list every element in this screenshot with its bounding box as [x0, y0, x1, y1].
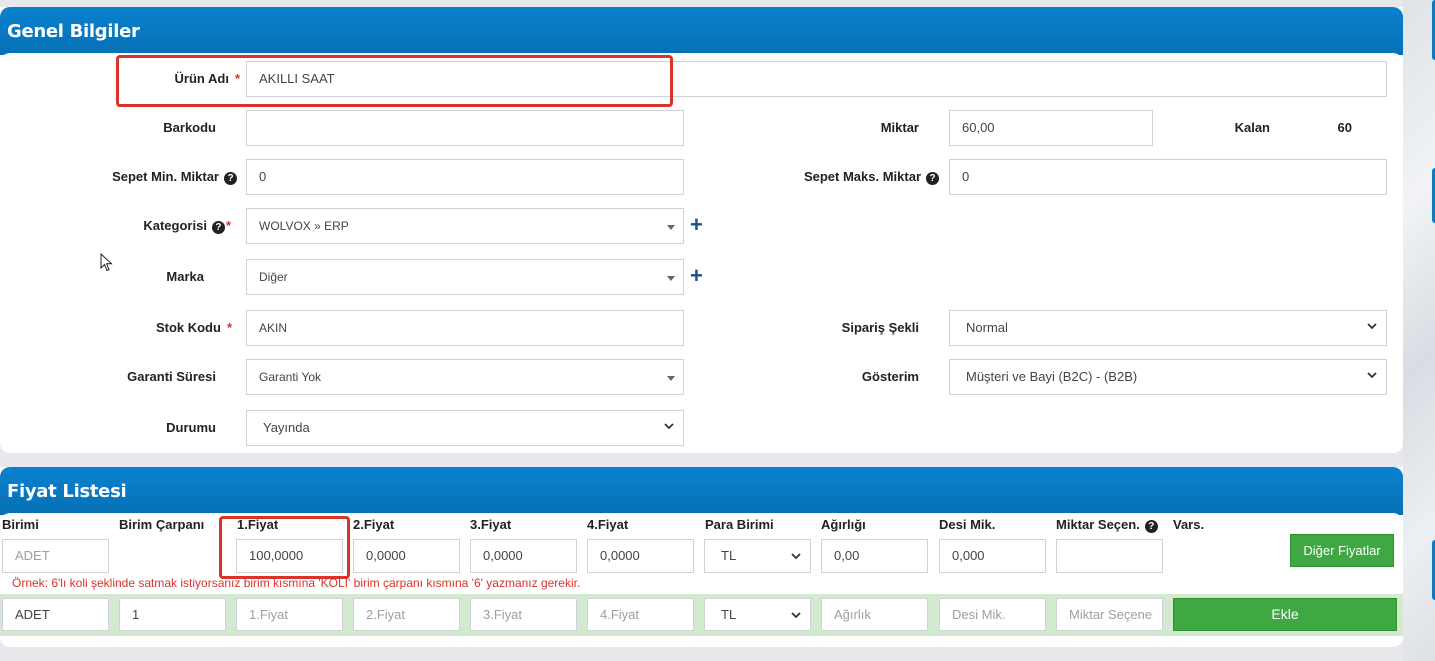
required-mark: * — [225, 218, 231, 233]
new-para-birimi-select[interactable]: TL — [704, 598, 811, 631]
garanti-label: Garanti Süresi — [127, 369, 216, 384]
new-fiyat-3[interactable]: 3.Fiyat — [470, 598, 577, 631]
kalan-value: 60 — [1337, 120, 1352, 135]
general-info-header: Genel Bilgiler — [0, 7, 1403, 55]
help-icon[interactable]: ? — [1144, 520, 1158, 533]
general-info-title: Genel Bilgiler — [7, 21, 140, 42]
new-para-value: TL — [721, 607, 737, 622]
stok-kodu-label: Stok Kodu * — [120, 320, 232, 335]
row-fiyat-3[interactable]: 0,0000 — [470, 539, 577, 573]
price-list-title: Fiyat Listesi — [7, 481, 127, 502]
kategori-select[interactable]: WOLVOX » ERP — [246, 208, 684, 244]
col-desi: Desi Mik. — [939, 517, 996, 532]
row-birimi[interactable]: ADET — [2, 539, 109, 573]
help-icon[interactable]: ? — [224, 172, 237, 185]
required-mark: * — [226, 320, 232, 335]
row-agirlik[interactable]: 0,00 — [821, 539, 928, 573]
siparis-sekli-value: Normal — [966, 320, 1008, 335]
row-para-value: TL — [721, 548, 737, 563]
gosterim-select[interactable]: Müşteri ve Bayi (B2C) - (B2B) — [949, 359, 1387, 395]
miktar-label: Miktar — [880, 120, 919, 135]
chevron-down-icon — [790, 609, 802, 621]
row-miktar-secen[interactable] — [1056, 539, 1163, 573]
sepet-maks-label: Sepet Maks. Miktar? — [760, 169, 939, 185]
mouse-cursor-icon — [100, 253, 113, 272]
chevron-down-icon — [790, 550, 802, 562]
sepet-maks-input[interactable]: 0 — [949, 159, 1387, 195]
chevron-down-icon — [1366, 320, 1378, 332]
col-agirlik: Ağırlığı — [821, 517, 866, 532]
kategori-label-text: Kategorisi — [143, 218, 207, 233]
add-button[interactable]: Ekle — [1173, 598, 1397, 631]
barkodu-label: Barkodu — [163, 120, 216, 135]
new-fiyat-2[interactable]: 2.Fiyat — [353, 598, 460, 631]
chevron-down-icon — [1366, 369, 1378, 381]
add-kategori-icon[interactable]: + — [690, 214, 703, 236]
miktar-input[interactable]: 60,00 — [949, 110, 1153, 146]
col-birimi: Birimi — [2, 517, 39, 532]
col-miktar-secen-text: Miktar Seçen. — [1056, 517, 1140, 532]
chevron-down-icon — [663, 420, 675, 432]
siparis-sekli-select[interactable]: Normal — [949, 310, 1387, 346]
help-icon[interactable]: ? — [926, 172, 939, 185]
marka-label: Marka — [166, 269, 204, 284]
col-para-birimi: Para Birimi — [705, 517, 774, 532]
new-desi[interactable]: Desi Mik. — [939, 598, 1046, 631]
kalan-label: Kalan — [1234, 120, 1270, 135]
gosterim-value: Müşteri ve Bayi (B2C) - (B2B) — [966, 369, 1138, 384]
new-birimi[interactable]: ADET — [2, 598, 109, 631]
col-vars: Vars. — [1173, 517, 1205, 532]
new-carpan[interactable]: 1 — [119, 598, 226, 631]
row-desi[interactable]: 0,000 — [939, 539, 1046, 573]
garanti-value: Garanti Yok — [259, 370, 322, 384]
new-agirlik[interactable]: Ağırlık — [821, 598, 928, 631]
sepet-min-input[interactable]: 0 — [246, 159, 684, 195]
sepet-min-label-text: Sepet Min. Miktar — [112, 169, 219, 184]
durumu-label: Durumu — [166, 420, 216, 435]
dropdown-caret-icon — [667, 225, 675, 230]
durumu-select[interactable]: Yayında — [246, 410, 684, 446]
stok-kodu-label-text: Stok Kodu — [155, 320, 221, 335]
new-fiyat-1[interactable]: 1.Fiyat — [236, 598, 343, 631]
siparis-sekli-label: Sipariş Şekli — [841, 320, 919, 335]
stok-kodu-input[interactable]: AKIN — [246, 310, 684, 346]
example-note: Örnek: 6'lı koli şeklinde satmak istiyor… — [12, 576, 581, 590]
new-fiyat-4[interactable]: 4.Fiyat — [587, 598, 694, 631]
highlight-box — [219, 516, 350, 579]
marka-select[interactable]: Diğer — [246, 259, 684, 295]
other-prices-button[interactable]: Diğer Fiyatlar — [1290, 534, 1394, 567]
row-para-birimi-select[interactable]: TL — [704, 539, 811, 573]
sepet-min-label: Sepet Min. Miktar? — [60, 169, 237, 185]
marka-value: Diğer — [259, 270, 288, 284]
price-list-header: Fiyat Listesi — [0, 467, 1403, 515]
background-right — [1403, 0, 1435, 661]
sepet-maks-label-text: Sepet Maks. Miktar — [803, 169, 921, 184]
col-fiyat-3: 3.Fiyat — [470, 517, 512, 532]
help-icon[interactable]: ? — [211, 221, 225, 234]
garanti-select[interactable]: Garanti Yok — [246, 359, 684, 395]
highlight-box — [116, 55, 673, 107]
gosterim-label: Gösterim — [861, 369, 919, 384]
new-miktar-secen[interactable]: Miktar Seçene — [1056, 598, 1163, 631]
dropdown-caret-icon — [667, 376, 675, 381]
add-marka-icon[interactable]: + — [690, 265, 703, 287]
durumu-value: Yayında — [263, 420, 310, 435]
col-fiyat-2: 2.Fiyat — [353, 517, 395, 532]
dropdown-caret-icon — [667, 276, 675, 281]
col-miktar-secen: Miktar Seçen.? — [1056, 517, 1158, 533]
row-fiyat-2[interactable]: 0,0000 — [353, 539, 460, 573]
kategori-label: Kategorisi? * — [110, 218, 231, 234]
col-birim-carpani: Birim Çarpanı — [119, 517, 205, 532]
row-fiyat-4[interactable]: 0,0000 — [587, 539, 694, 573]
col-fiyat-4: 4.Fiyat — [587, 517, 629, 532]
barkodu-input[interactable] — [246, 110, 684, 146]
kategori-value: WOLVOX » ERP — [259, 219, 349, 233]
